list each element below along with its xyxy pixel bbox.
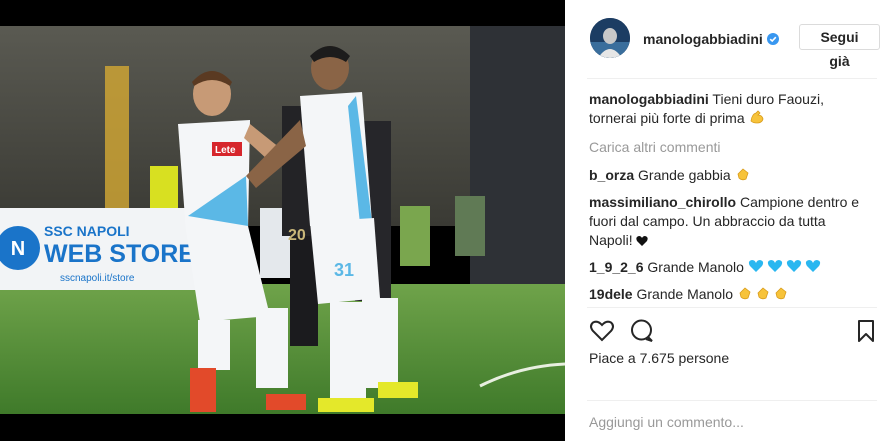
comment-username[interactable]: 1_9_2_6 <box>589 259 644 275</box>
header-username[interactable]: manologabbiadini <box>643 31 779 47</box>
comment-username[interactable]: massimiliano_chirollo <box>589 194 736 210</box>
banner-url: sscnapoli.it/store <box>60 273 135 284</box>
banner-line2: WEB STORE <box>44 240 195 268</box>
divider <box>587 307 877 308</box>
comment-item: 19dele Grande Manolo <box>589 285 871 306</box>
divider <box>587 400 877 401</box>
comment-item: b_orza Grande gabbia <box>589 166 871 187</box>
shirt-sponsor: Lete <box>215 145 236 156</box>
post-media: N SSC NAPOLI WEB STORE sscnapoli.it/stor… <box>0 0 565 441</box>
header-username-text[interactable]: manologabbiadini <box>643 31 763 47</box>
post-sidebar: manologabbiadini Segui già manologabbiad… <box>565 0 880 441</box>
svg-text:N: N <box>11 238 25 260</box>
comment-text: Grande gabbia <box>638 167 731 183</box>
post-header: manologabbiadini Segui già <box>565 0 880 78</box>
avatar[interactable] <box>590 18 630 58</box>
caption-username[interactable]: manologabbiadini <box>589 91 709 107</box>
clapping-hands-icon <box>737 285 791 306</box>
blue-hearts-icon <box>748 258 824 279</box>
add-comment-input[interactable] <box>589 414 859 430</box>
banner-line1: SSC NAPOLI <box>44 223 130 239</box>
clapping-hands-icon <box>735 166 751 187</box>
comment-text: Grande Manolo <box>636 286 733 302</box>
follow-button[interactable]: Segui già <box>799 24 880 69</box>
load-more-comments-link[interactable]: Carica altri commenti <box>589 138 871 157</box>
verified-badge-icon <box>766 33 779 45</box>
dark-shirt-number: 20 <box>288 227 306 244</box>
comments-list: manologabbiadini Tieni duro Faouzi, torn… <box>589 90 871 306</box>
bookmark-icon[interactable] <box>853 318 879 344</box>
comment-item: massimiliano_chirollo Campione dentro e … <box>589 193 871 252</box>
likes-count[interactable]: Piace a 7.675 persone <box>589 350 729 366</box>
white-shirt-number: 31 <box>334 260 354 280</box>
comment-text: Grande Manolo <box>647 259 744 275</box>
post-actions <box>565 314 880 346</box>
comment-username[interactable]: 19dele <box>589 286 633 302</box>
black-heart-icon <box>636 233 649 252</box>
post-photo[interactable]: N SSC NAPOLI WEB STORE sscnapoli.it/stor… <box>0 26 565 414</box>
caption: manologabbiadini Tieni duro Faouzi, torn… <box>589 90 871 130</box>
comment-bubble-icon[interactable] <box>629 318 655 344</box>
like-heart-icon[interactable] <box>589 318 615 344</box>
comment-item: 1_9_2_6 Grande Manolo <box>589 258 871 279</box>
flexed-biceps-icon <box>749 109 765 130</box>
comment-username[interactable]: b_orza <box>589 167 634 183</box>
divider <box>587 78 877 79</box>
